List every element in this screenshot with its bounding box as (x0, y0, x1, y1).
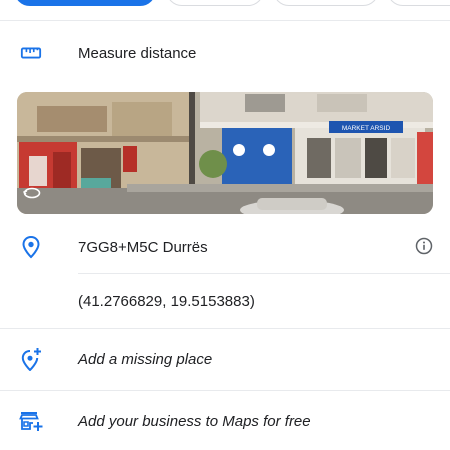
plus-code-row[interactable]: 7GG8+M5C Durrës (0, 230, 450, 264)
add-business-label: Add your business to Maps for free (78, 412, 311, 430)
divider (0, 20, 450, 21)
action-chip[interactable] (387, 0, 450, 6)
add-business-row[interactable]: Add your business to Maps for free (0, 404, 450, 438)
action-chips-bar (0, 0, 450, 20)
add-place-icon (19, 347, 43, 371)
measure-distance-row[interactable]: Measure distance (0, 36, 450, 70)
add-missing-place-label: Add a missing place (78, 350, 213, 368)
coordinates-text: (41.2766829, 19.5153883) (78, 292, 255, 310)
divider (78, 273, 450, 274)
ruler-icon (19, 41, 43, 65)
plus-code-text: 7GG8+M5C Durrës (78, 238, 208, 256)
coordinates-row[interactable]: (41.2766829, 19.5153883) (0, 284, 450, 318)
measure-distance-label: Measure distance (78, 44, 197, 62)
add-missing-place-row[interactable]: Add a missing place (0, 342, 450, 376)
location-pin-icon (19, 235, 43, 259)
street-view-image[interactable]: MARKET ARSID (17, 92, 433, 214)
action-chip[interactable] (166, 0, 264, 6)
divider (0, 328, 450, 329)
add-business-icon (19, 409, 43, 433)
market-sign-text: MARKET ARSID (342, 125, 391, 132)
rotate-360-icon (23, 186, 41, 200)
directions-chip[interactable] (14, 0, 156, 6)
action-chip[interactable] (273, 0, 379, 6)
info-icon[interactable] (413, 235, 435, 257)
divider (0, 390, 450, 391)
